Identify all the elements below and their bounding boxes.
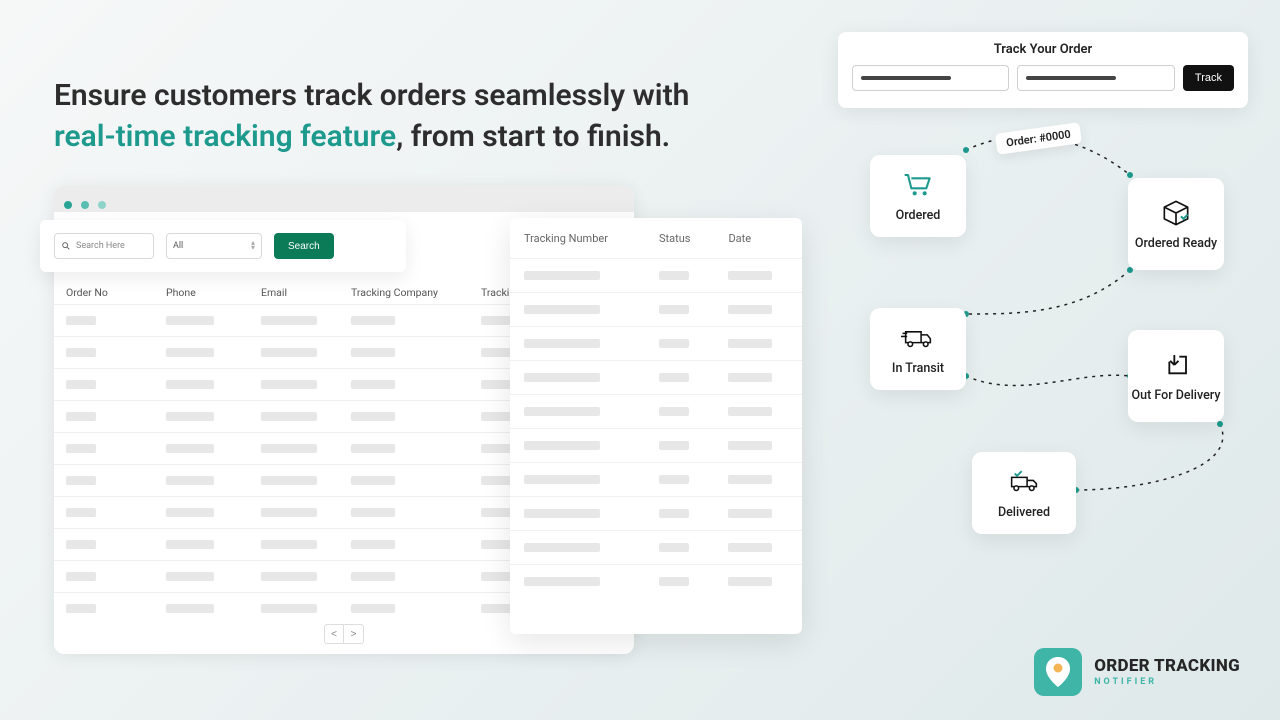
chevron-updown-icon: ▴▾ [251,241,255,251]
pager: < > [324,624,364,644]
headline-pre: Ensure customers track orders seamlessly… [54,78,689,113]
search-placeholder: Search Here [76,241,125,251]
table-row[interactable] [510,326,802,360]
track-order-widget: Track Your Order Track [838,32,1248,108]
status-card-ordered: Ordered [870,155,966,237]
col-email: Email [261,286,351,299]
brand-name: ORDER TRACKING [1094,658,1240,675]
truck-delivered-icon [1007,467,1041,497]
track-widget-title: Track Your Order [852,42,1234,57]
window-dot-icon [81,201,89,209]
flow-connector [960,370,1140,400]
pager-prev-button[interactable]: < [324,624,344,644]
table-row[interactable] [510,360,802,394]
order-chip: Order: #0000 [995,122,1082,155]
truck-icon [901,323,935,353]
status-card-transit: In Transit [870,308,966,390]
table-row[interactable] [510,292,802,326]
status-label: Ordered [896,208,941,223]
track-input-1[interactable] [852,65,1009,91]
flow-connector [1070,418,1240,498]
col-tracking-number: Tracking Number [524,232,659,245]
table-row[interactable] [510,462,802,496]
col-status: Status [659,232,728,245]
col-phone: Phone [166,286,261,299]
pager-next-button[interactable]: > [344,624,364,644]
window-dot-icon [98,201,106,209]
cart-icon [901,170,935,200]
col-date: Date [728,232,788,245]
table-row[interactable] [510,564,802,598]
headline-post: , from start to finish. [396,119,670,154]
status-label: Ordered Ready [1135,236,1217,251]
status-card-outfor: Out For Delivery [1128,330,1224,422]
track-button[interactable]: Track [1183,65,1234,91]
input-placeholder-line [1026,76,1116,80]
status-card-delivered: Delivered [972,452,1076,534]
col-order-no: Order No [66,286,166,299]
box-arrow-icon [1159,350,1193,380]
headline-accent: real-time tracking feature [54,119,396,154]
package-icon [1159,198,1193,228]
window-dot-icon [64,201,72,209]
table-row[interactable] [510,496,802,530]
search-icon [61,241,71,251]
brand-icon [1034,648,1082,696]
col-tracking-company: Tracking Company [351,286,481,299]
input-placeholder-line [861,76,951,80]
search-button[interactable]: Search [274,233,334,259]
brand-sub: NOTIFIER [1094,677,1240,687]
flow-connector [960,264,1140,324]
track-input-2[interactable] [1017,65,1174,91]
status-label: In Transit [892,361,944,376]
pin-icon [1045,657,1071,687]
filter-dropdown[interactable]: All ▴▾ [166,233,262,259]
brand-logo: ORDER TRACKING NOTIFIER [1034,648,1240,696]
status-card-ready: Ordered Ready [1128,178,1224,270]
search-input[interactable]: Search Here [54,233,154,259]
page-headline: Ensure customers track orders seamlessly… [54,76,689,157]
status-label: Out For Delivery [1132,388,1221,403]
table-row[interactable] [510,428,802,462]
orders-toolbar: Search Here All ▴▾ Search [40,220,406,272]
table-row[interactable] [510,258,802,292]
window-titlebar [54,186,634,212]
table-row[interactable] [510,394,802,428]
tracking-detail-card: Tracking Number Status Date [510,218,802,634]
table-row[interactable] [510,530,802,564]
dropdown-value: All [173,241,183,251]
tracking-detail-header: Tracking Number Status Date [510,218,802,258]
status-label: Delivered [998,505,1050,520]
